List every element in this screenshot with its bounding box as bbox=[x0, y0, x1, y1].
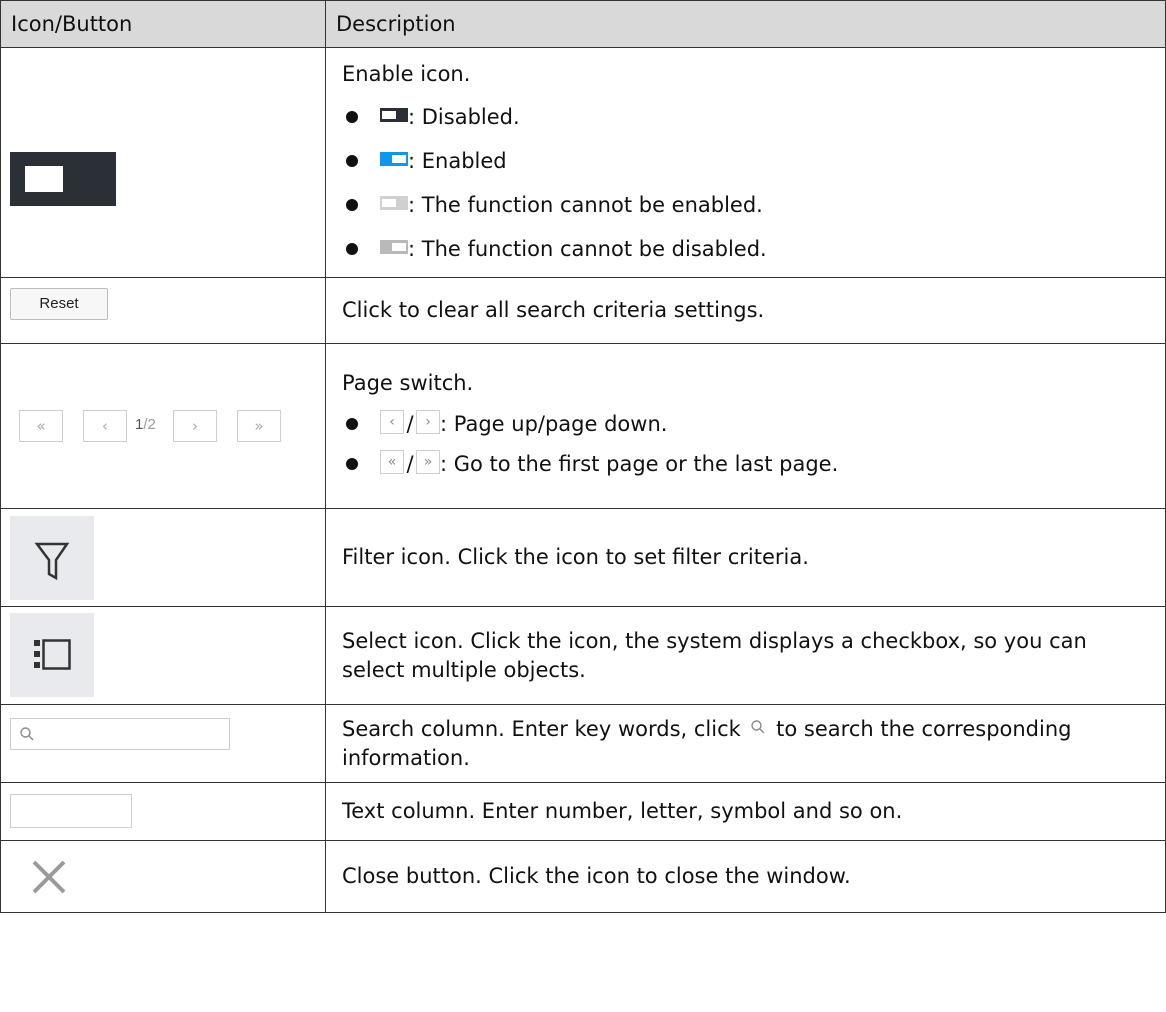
header-icon-button: Icon/Button bbox=[0, 0, 326, 48]
text-description: Text column. Enter number, letter, symbo… bbox=[325, 782, 1166, 841]
search-input[interactable] bbox=[10, 718, 230, 750]
last-mini-icon: » bbox=[416, 449, 440, 474]
table-row: Enable icon. : Disabled. : Enabled : The… bbox=[0, 47, 1166, 278]
page-total: /2 bbox=[143, 416, 156, 433]
search-icon bbox=[751, 719, 765, 733]
next-page-button[interactable]: › bbox=[173, 410, 217, 442]
filter-icon[interactable] bbox=[10, 516, 94, 600]
pagination-description: Page switch. ‹ / ›: Page up/page down. «/»… bbox=[325, 343, 1166, 509]
filter-description: Filter icon. Click the icon to set filte… bbox=[325, 508, 1166, 607]
select-list-icon[interactable] bbox=[10, 613, 94, 697]
text-cell bbox=[0, 782, 326, 841]
table-row: Reset Click to clear all search criteria… bbox=[0, 277, 1166, 344]
first-mini-icon: « bbox=[380, 449, 404, 474]
table-row: Filter icon. Click the icon to set filte… bbox=[0, 508, 1166, 607]
reset-button[interactable]: Reset bbox=[10, 288, 108, 320]
prev-mini-icon: ‹ bbox=[380, 409, 404, 434]
header-description: Description bbox=[325, 0, 1166, 48]
select-description: Select icon. Click the icon, the system … bbox=[325, 606, 1166, 705]
search-description: Search column. Enter key words, click to… bbox=[325, 704, 1166, 783]
last-page-button[interactable]: » bbox=[237, 410, 281, 442]
table-row: Text column. Enter number, letter, symbo… bbox=[0, 782, 1166, 841]
reset-description: Click to clear all search criteria setti… bbox=[325, 277, 1166, 344]
toggle-cell bbox=[0, 47, 326, 278]
toggle-intro: Enable icon. bbox=[342, 62, 471, 86]
table-row: Select icon. Click the icon, the system … bbox=[0, 606, 1166, 705]
pagination-list: ‹ / ›: Page up/page down. «/»: Go to the f… bbox=[342, 404, 1147, 484]
list-item: «/»: Go to the first page or the last pa… bbox=[342, 444, 1147, 484]
slash-separator: / bbox=[406, 451, 414, 476]
first-page-button[interactable]: « bbox=[19, 410, 63, 442]
toggle-cannot-disable-icon bbox=[380, 240, 408, 254]
list-item: : Enabled bbox=[342, 139, 1147, 183]
pagination-intro: Page switch. bbox=[342, 370, 474, 395]
filter-cell bbox=[0, 508, 326, 607]
toggle-switch-icon[interactable] bbox=[10, 152, 116, 206]
close-description: Close button. Click the icon to close th… bbox=[325, 840, 1166, 913]
list-item: ‹ / ›: Page up/page down. bbox=[342, 404, 1147, 444]
slash-separator: / bbox=[406, 411, 414, 436]
page-indicator: 1/2 bbox=[135, 416, 156, 433]
next-mini-icon: › bbox=[416, 409, 440, 434]
toggle-description: Enable icon. : Disabled. : Enabled : The… bbox=[325, 47, 1166, 278]
reset-cell: Reset bbox=[0, 277, 326, 344]
close-icon[interactable] bbox=[31, 859, 67, 895]
prev-page-button[interactable]: ‹ bbox=[83, 410, 127, 442]
list-item: : The function cannot be disabled. bbox=[342, 227, 1147, 271]
close-cell bbox=[0, 840, 326, 913]
toggle-cannot-enable-icon bbox=[380, 196, 408, 210]
pagination-cell: « ‹ 1/2 › » bbox=[0, 343, 326, 509]
table-header-row: Icon/Button Description bbox=[0, 0, 1166, 48]
list-item: : Disabled. bbox=[342, 95, 1147, 139]
toggle-state-list: : Disabled. : Enabled : The function can… bbox=[342, 95, 1147, 271]
table-row: Close button. Click the icon to close th… bbox=[0, 840, 1166, 913]
toggle-enabled-icon bbox=[380, 152, 408, 166]
icon-description-table: Icon/Button Description Enable icon. : D… bbox=[0, 0, 1166, 913]
list-item: : The function cannot be enabled. bbox=[342, 183, 1147, 227]
search-cell bbox=[0, 704, 326, 783]
table-row: « ‹ 1/2 › » Page switch. ‹ / ›: Page up/pa… bbox=[0, 343, 1166, 509]
table-row: Search column. Enter key words, click to… bbox=[0, 704, 1166, 783]
toggle-disabled-icon bbox=[380, 108, 408, 122]
select-cell bbox=[0, 606, 326, 705]
text-input[interactable] bbox=[10, 794, 132, 828]
search-icon bbox=[20, 727, 34, 741]
